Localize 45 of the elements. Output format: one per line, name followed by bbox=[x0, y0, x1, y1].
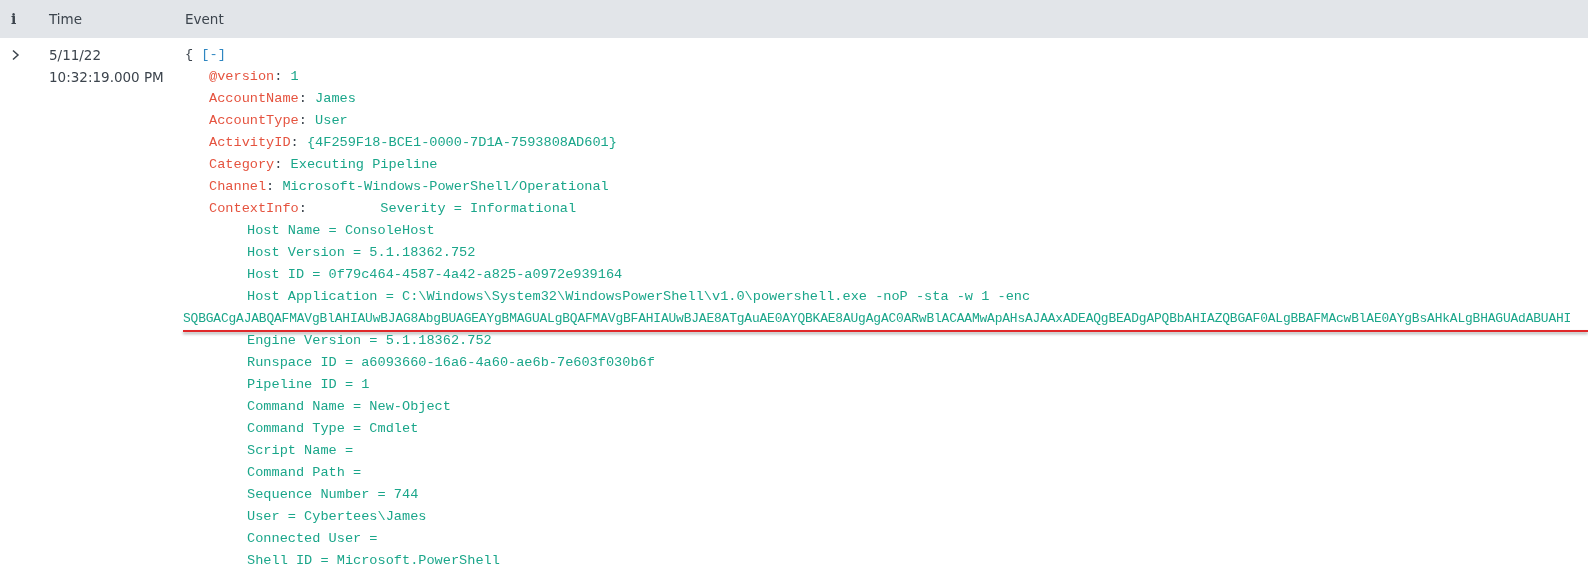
field-value: 1 bbox=[290, 69, 299, 84]
field-value: Runspace ID = a6093660-16a6-4a60-ae6b-7e603f030b6f bbox=[247, 354, 655, 372]
field-key: AccountType bbox=[209, 113, 299, 128]
field-value: Shell ID = Microsoft.PowerShell bbox=[247, 552, 500, 570]
field-value: User bbox=[315, 113, 348, 128]
colon-text: : bbox=[266, 179, 275, 194]
field-value: Pipeline ID = 1 bbox=[247, 376, 370, 394]
field-value: User = Cybertees\James bbox=[247, 508, 427, 526]
collapse-toggle[interactable]: [-] bbox=[201, 47, 226, 62]
column-header: Time bbox=[49, 11, 83, 27]
event-time: 10:32:19.000 PM bbox=[49, 68, 164, 87]
chevron-right-icon[interactable] bbox=[11, 49, 20, 61]
colon-text: : bbox=[298, 113, 307, 128]
field-key: AccountName bbox=[209, 91, 299, 106]
field-value: Severity = Informational bbox=[380, 201, 577, 216]
field-value: James bbox=[315, 91, 356, 106]
field-value: Executing Pipeline bbox=[290, 157, 438, 172]
field-value: Command Name = New-Object bbox=[247, 398, 451, 416]
field-key: @version bbox=[209, 69, 275, 84]
field-key: ContextInfo bbox=[209, 201, 299, 216]
info-icon: i bbox=[11, 11, 17, 27]
field-value: Sequence Number = 744 bbox=[247, 486, 419, 504]
field-value: Host Application = C:\Windows\System32\WindowsPowerShell\v1.0\powershell.exe -noP -sta -w 1 -enc bbox=[247, 288, 1031, 306]
field-value: Command Type = Cmdlet bbox=[247, 420, 419, 438]
field-value: Command Path = bbox=[247, 464, 362, 482]
field-key: Category bbox=[209, 157, 275, 172]
field-key: Channel bbox=[209, 179, 267, 194]
column-header: Event bbox=[185, 11, 224, 27]
colon-text: : bbox=[274, 69, 283, 84]
colon-text: : bbox=[274, 157, 283, 172]
colon-text: : bbox=[290, 135, 299, 150]
field-value: Host ID = 0f79c464-4587-4a42-a825-a0972e939164 bbox=[247, 266, 623, 284]
field-value: Host Version = 5.1.18362.752 bbox=[247, 244, 476, 262]
field-key: ActivityID bbox=[209, 135, 291, 150]
field-value: Script Name = bbox=[247, 442, 354, 460]
field-value: {4F259F18-BCE1-0000-7D1A-7593808AD601} bbox=[306, 135, 617, 150]
field-value: Connected User = bbox=[247, 530, 378, 548]
event-date: 5/11/22 bbox=[49, 46, 102, 65]
colon-text: : bbox=[298, 91, 307, 106]
field-value: SQBGACgAJABQAFMAVgBlAHIAUwBJAG8AbgBUAGEAYgBMAGUALgBQAFMAVgBFAHIAUwBJAE8ATgAuAE0AYQBKAE8AUgAgAC0ARwBlACAAMwApAHsAJAAxADEAQgBEADgAPQBbAHIAZQBGAF0ALgBBAFMAcwBlAE0AYgBsAHkALgBHAGUAdABUAHI bbox=[183, 310, 1572, 328]
colon-text: : bbox=[298, 201, 307, 216]
field-value: Microsoft-Windows-PowerShell/Operational bbox=[282, 179, 609, 194]
field-value: Engine Version = 5.1.18362.752 bbox=[247, 332, 492, 350]
brace-text: { bbox=[185, 47, 194, 62]
field-value: Host Name = ConsoleHost bbox=[247, 222, 435, 240]
